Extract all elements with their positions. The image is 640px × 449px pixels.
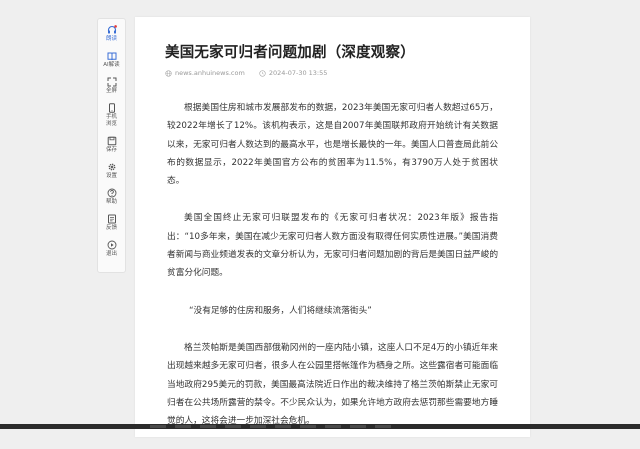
headphones-icon — [106, 24, 118, 36]
help-button[interactable]: 帮助 — [97, 185, 126, 206]
settings-button[interactable]: 设置 — [97, 159, 126, 180]
settings-label: 设置 — [105, 173, 117, 179]
article-paragraph: 格兰茨帕斯是美国西部俄勒冈州的一座内陆小镇，这座人口不足4万的小镇近年来出现越来… — [167, 342, 498, 427]
globe-icon — [165, 69, 172, 77]
gear-icon — [106, 161, 118, 173]
article-paragraph: 美国全国终止无家可归联盟发布的《无家可归者状况：2023年版》报告指出：“10多… — [167, 213, 498, 279]
article-body: 根据美国住房和城市发展部发布的数据，2023年美国无家可归者人数超过65万，较2… — [167, 99, 498, 449]
reader-toolbar: 朗读 AI解读 全屏 手机 浏览 保存 设置 帮助 反馈 退出 — [97, 18, 126, 273]
article-paragraph: 根据美国住房和城市发展部发布的数据，2023年美国无家可归者人数超过65万，较2… — [167, 103, 498, 187]
read-aloud-button[interactable]: 朗读 — [97, 22, 126, 43]
article-subheading: “没有足够的住房和服务，人们将继续流落街头” — [189, 305, 372, 316]
book-icon — [106, 50, 118, 62]
save-icon — [106, 135, 118, 147]
article-page: 美国无家可归者问题加剧（深度观察） news.anhuinews.com 202… — [135, 17, 530, 437]
exit-label: 退出 — [105, 251, 117, 257]
save-button[interactable]: 保存 — [97, 133, 126, 154]
help-icon — [106, 187, 118, 199]
read-aloud-label: 朗读 — [105, 36, 117, 42]
ai-interpret-label: AI解读 — [103, 62, 120, 68]
mobile-view-label: 手机 浏览 — [105, 114, 117, 127]
phone-icon — [106, 102, 118, 114]
exit-icon — [106, 239, 118, 251]
exit-button[interactable]: 退出 — [97, 237, 126, 258]
feedback-icon — [106, 213, 118, 225]
feedback-label: 反馈 — [105, 225, 117, 231]
fullscreen-icon — [106, 76, 118, 88]
fullscreen-label: 全屏 — [105, 88, 117, 94]
fullscreen-button[interactable]: 全屏 — [97, 74, 126, 95]
article-title: 美国无家可归者问题加剧（深度观察） — [165, 45, 415, 61]
feedback-button[interactable]: 反馈 — [97, 211, 126, 232]
article-source-text: news.anhuinews.com — [175, 69, 245, 77]
article-date-text: 2024-07-30 13:55 — [268, 69, 328, 77]
ai-interpret-button[interactable]: AI解读 — [97, 48, 126, 69]
article-meta: news.anhuinews.com 2024-07-30 13:55 — [165, 69, 341, 77]
mobile-view-button[interactable]: 手机 浏览 — [97, 100, 126, 128]
clock-icon — [259, 69, 266, 77]
article-date: 2024-07-30 13:55 — [259, 69, 328, 77]
save-label: 保存 — [105, 147, 117, 153]
taskbar — [0, 424, 640, 429]
help-label: 帮助 — [105, 199, 117, 205]
article-source: news.anhuinews.com — [165, 69, 245, 77]
